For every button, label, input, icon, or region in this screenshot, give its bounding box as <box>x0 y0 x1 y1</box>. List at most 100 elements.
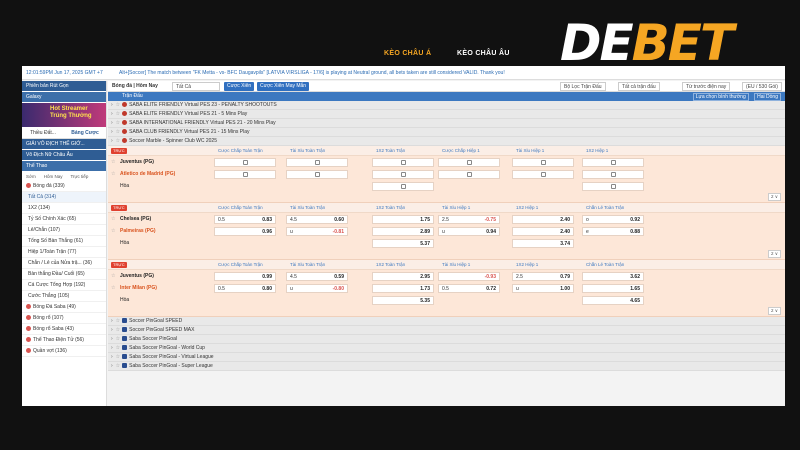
league-row[interactable]: › ☆ SABA INTERNATIONAL FRIENDLY Virtual PE… <box>108 119 785 128</box>
chevron-right-icon[interactable]: › <box>111 354 113 360</box>
odds-cell[interactable]: 4.5 0.60 <box>286 215 348 224</box>
galaxy-button[interactable]: Galaxy <box>22 92 106 102</box>
league-row[interactable]: › ☆ Soccer PinGoal SPEED <box>108 317 785 326</box>
locked-odds-cell[interactable] <box>214 158 276 167</box>
two-line-button[interactable]: Hai Dòng <box>754 93 781 101</box>
star-icon[interactable]: ☆ <box>116 354 120 360</box>
sidebar-item[interactable]: Thể Thao Điện Tử (56) <box>22 335 106 346</box>
all-matches-select[interactable]: Tất cả trận đấu <box>618 82 660 91</box>
sidebar-item[interactable]: Chẵn / Lẻ của Nửa trậ... (36) <box>22 258 106 269</box>
star-icon[interactable]: ☆ <box>116 318 120 324</box>
odds-cell[interactable]: u 1.00 <box>512 284 574 293</box>
locked-odds-cell[interactable] <box>286 170 348 179</box>
parlay-button[interactable]: Cược Xiên <box>224 82 255 91</box>
locked-odds-cell[interactable] <box>214 170 276 179</box>
odds-cell[interactable]: 0.96 <box>214 227 276 236</box>
chevron-right-icon[interactable]: › <box>111 129 113 135</box>
locked-odds-cell[interactable] <box>286 158 348 167</box>
odds-cell[interactable]: 3.74 <box>512 239 574 248</box>
star-icon[interactable]: ☆ <box>116 363 120 369</box>
sidebar-item[interactable]: Bóng đá (339) <box>22 181 106 192</box>
sidebar-section-sports[interactable]: Thể Thao <box>22 161 106 171</box>
locked-odds-cell[interactable] <box>372 170 434 179</box>
star-icon[interactable]: ☆ <box>111 213 115 225</box>
odds-cell[interactable]: 0.99 <box>214 272 276 281</box>
compact-version-button[interactable]: Phiên bản Rút Gọn <box>22 81 106 91</box>
league-row[interactable]: › ☆ SABA ELITE FRIENDLY Virtual PES 21 - 5… <box>108 110 785 119</box>
star-icon[interactable]: ☆ <box>116 327 120 333</box>
tab-european-odds[interactable]: KÈO CHÂU ÂU <box>457 50 510 57</box>
odds-cell[interactable]: e 0.88 <box>582 227 644 236</box>
locked-odds-cell[interactable] <box>582 182 644 191</box>
tab-today[interactable]: Hôm Nay <box>44 172 63 181</box>
locked-odds-cell[interactable] <box>512 158 574 167</box>
locked-odds-cell[interactable] <box>438 170 500 179</box>
odds-cell[interactable]: u -0.80 <box>286 284 348 293</box>
locked-odds-cell[interactable] <box>372 182 434 191</box>
chevron-right-icon[interactable]: › <box>111 138 113 144</box>
sidebar-item[interactable]: Cước Thắng (105) <box>22 291 106 302</box>
tab-early[interactable]: Sớm <box>26 172 36 181</box>
odds-cell[interactable]: 2.89 <box>372 227 434 236</box>
sidebar-item[interactable]: Lẻ/Chẵn (107) <box>22 225 106 236</box>
tab-live[interactable]: Trực tiếp <box>70 172 88 181</box>
chevron-right-icon[interactable]: › <box>111 111 113 117</box>
league-row[interactable]: › ☆ Saba Soccer PinGoal - Super League <box>108 362 785 371</box>
odds-cell[interactable]: 2.95 <box>372 272 434 281</box>
more-markets-button[interactable]: 2 ∨ <box>767 193 781 201</box>
star-icon[interactable]: ☆ <box>111 156 115 168</box>
star-icon[interactable]: ☆ <box>116 111 120 117</box>
odds-cell[interactable]: -0.93 <box>438 272 500 281</box>
chevron-right-icon[interactable]: › <box>111 318 113 324</box>
league-row[interactable]: › ☆ Soccer Marble - Spinner Club WC 2025 <box>108 137 785 146</box>
odds-cell[interactable]: 0.5 0.83 <box>214 215 276 224</box>
league-row[interactable]: › ☆ SABA ELITE FRIENDLY Virtual PES 23 - P… <box>108 101 785 110</box>
league-row[interactable]: › ☆ Soccer PinGoal SPEED MAX <box>108 326 785 335</box>
odds-cell[interactable]: 2.5 0.79 <box>512 272 574 281</box>
sidebar-section-women-euro[interactable]: Vô Địch Nữ Châu Âu <box>22 150 106 160</box>
odds-cell[interactable]: 4.65 <box>582 296 644 305</box>
sidebar-item[interactable]: 1X2 (134) <box>22 203 106 214</box>
odds-cell[interactable]: 5.37 <box>372 239 434 248</box>
odds-cell[interactable]: 5.35 <box>372 296 434 305</box>
odds-type-select[interactable]: (EU / 530 Gói) <box>742 82 782 91</box>
chevron-right-icon[interactable]: › <box>111 363 113 369</box>
match-filter-select[interactable]: Bộ Lọc Trận Đấu <box>560 82 606 91</box>
star-icon[interactable]: ☆ <box>111 270 115 282</box>
league-row[interactable]: › ☆ SABA CLUB FRIENDLY Virtual PES 21 - 15… <box>108 128 785 137</box>
locked-odds-cell[interactable] <box>512 170 574 179</box>
locked-odds-cell[interactable] <box>372 158 434 167</box>
locked-odds-cell[interactable] <box>582 158 644 167</box>
normal-view-button[interactable]: Lựa chọn bình thường <box>692 93 749 101</box>
promo-banner[interactable]: Hot Streamer Trúng Thưởng <box>22 103 106 127</box>
sidebar-item[interactable]: Hiệp 1/Toàn Trận (77) <box>22 247 106 258</box>
locked-odds-cell[interactable] <box>438 158 500 167</box>
odds-cell[interactable]: 2.40 <box>512 215 574 224</box>
star-icon[interactable]: ☆ <box>116 138 120 144</box>
market-select[interactable]: Tất Cả <box>172 82 220 91</box>
star-icon[interactable]: ☆ <box>111 282 115 294</box>
sidebar-item[interactable]: Bóng rổ (107) <box>22 313 106 324</box>
sidebar-item[interactable]: Bóng Đá Saba (49) <box>22 302 106 313</box>
star-icon[interactable]: ☆ <box>111 225 115 237</box>
league-row[interactable]: › ☆ Saba Soccer PinGoal - Virtual League <box>108 353 785 362</box>
sidebar-item[interactable]: Bóng rổ Saba (43) <box>22 324 106 335</box>
sidebar-section-world-cup[interactable]: GIẢI VÔ ĐỊCH THẾ GIỚ... <box>22 139 106 149</box>
odds-cell[interactable]: 2.5 -0.75 <box>438 215 500 224</box>
odds-cell[interactable]: 1.73 <box>372 284 434 293</box>
league-row[interactable]: › ☆ Saba Soccer PinGoal - World Cup <box>108 344 785 353</box>
more-markets-button[interactable]: 2 ∨ <box>767 250 781 258</box>
chevron-right-icon[interactable]: › <box>111 102 113 108</box>
chevron-right-icon[interactable]: › <box>111 120 113 126</box>
sidebar-item[interactable]: Tỷ Số Chính Xác (65) <box>22 214 106 225</box>
star-icon[interactable]: ☆ <box>116 336 120 342</box>
sidebar-item[interactable]: Bàn thắng Đầu/ Cuối (65) <box>22 269 106 280</box>
announcement-ticker[interactable]: Alt+[Soccer] The match between "FK Metta… <box>119 66 779 80</box>
odds-cell[interactable]: 4.5 0.59 <box>286 272 348 281</box>
chevron-right-icon[interactable]: › <box>111 336 113 342</box>
star-icon[interactable]: ☆ <box>116 120 120 126</box>
sidebar-item[interactable]: Tất Cả (314) <box>22 192 106 203</box>
league-row[interactable]: › ☆ Saba Soccer PinGoal <box>108 335 785 344</box>
odds-cell[interactable]: 2.40 <box>512 227 574 236</box>
odds-cell[interactable]: 0.5 0.72 <box>438 284 500 293</box>
